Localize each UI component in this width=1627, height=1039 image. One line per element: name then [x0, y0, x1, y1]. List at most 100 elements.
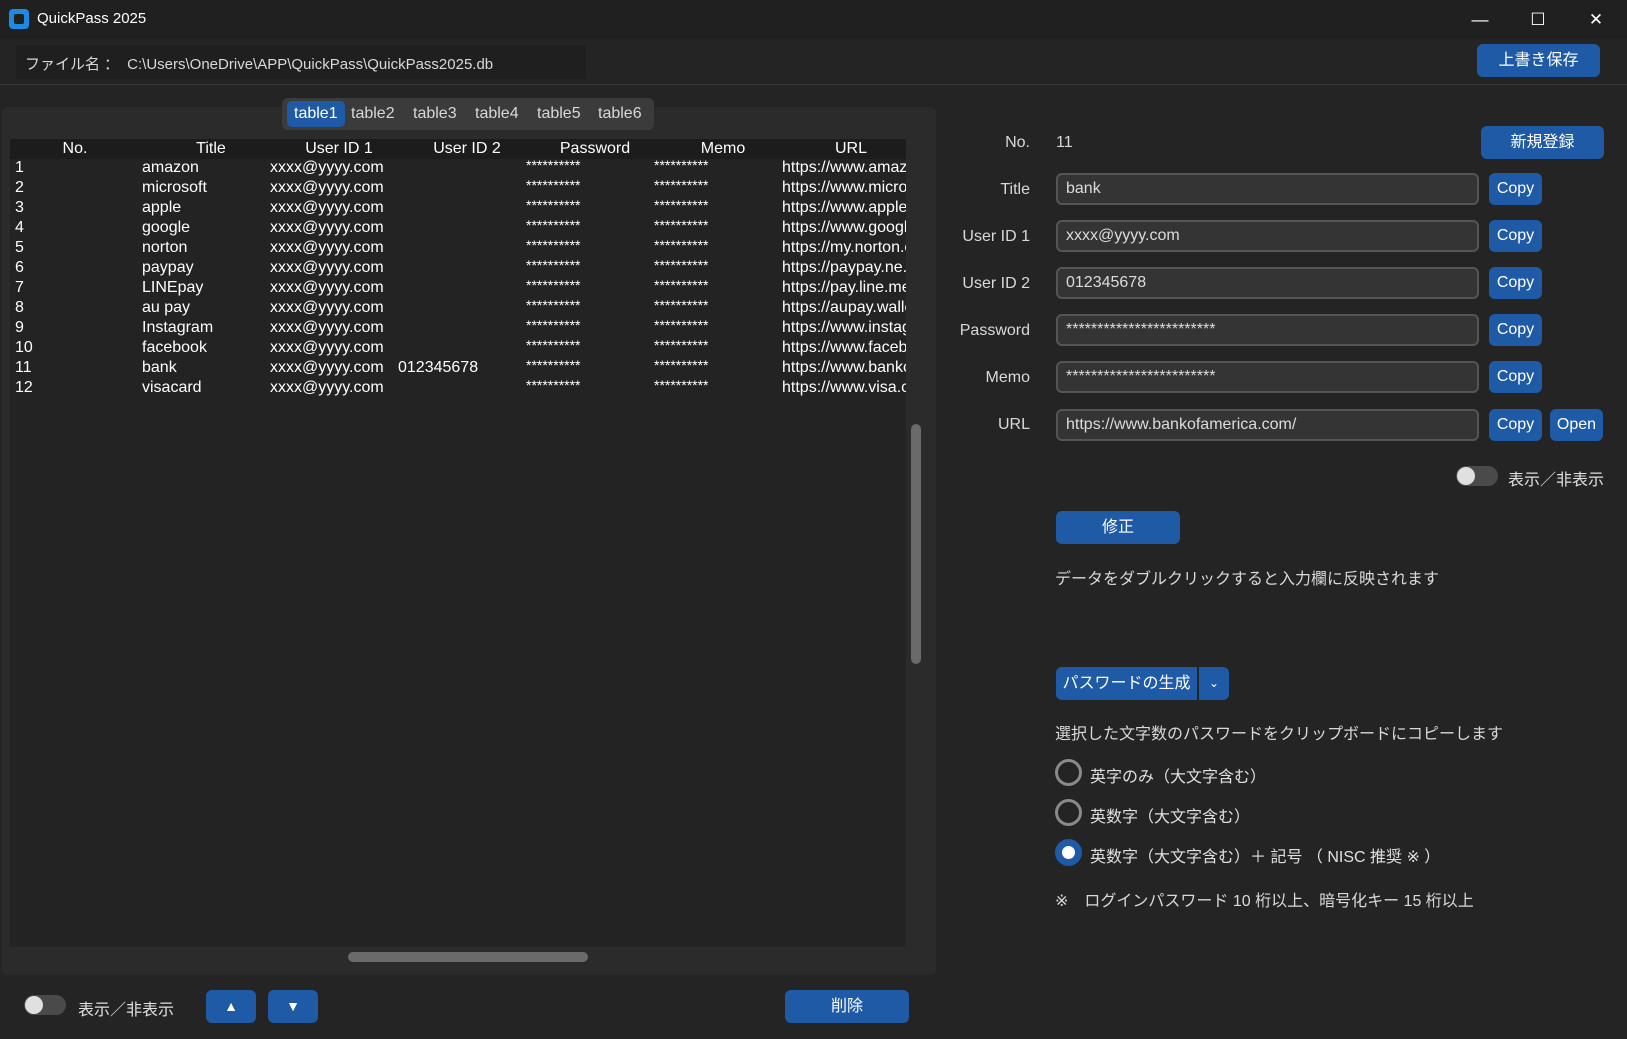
cell-memo: **********	[654, 377, 709, 393]
cell-userid1: xxxx@yyyy.com	[270, 159, 384, 176]
header-divider	[0, 84, 1627, 85]
cell-no: 8	[15, 299, 24, 316]
cell-title: paypay	[142, 259, 194, 276]
cell-password: **********	[526, 257, 581, 273]
table-row[interactable]: 3 apple xxxx@yyyy.com ********** ********** h…	[10, 197, 906, 219]
chevron-down-icon[interactable]: ⌄	[1199, 667, 1229, 700]
overwrite-save-button[interactable]: 上書き保存	[1477, 44, 1600, 77]
cell-userid1: xxxx@yyyy.com	[270, 379, 384, 396]
close-button[interactable]: ✕	[1567, 0, 1625, 39]
cell-url: https://pay.line.me	[782, 279, 906, 296]
cell-title: norton	[142, 239, 188, 256]
window-title: QuickPass 2025	[37, 10, 147, 27]
table-row[interactable]: 5 norton xxxx@yyyy.com ********** **********…	[10, 237, 906, 259]
cell-no: 7	[15, 279, 24, 296]
copy-password-button[interactable]: Copy	[1489, 314, 1542, 346]
table-row[interactable]: 7 LINEpay xxxx@yyyy.com ********** *********…	[10, 277, 906, 299]
copy-memo-button[interactable]: Copy	[1489, 361, 1542, 393]
tab-table4[interactable]: table4	[468, 101, 526, 127]
cell-url: https://aupay.walle	[782, 299, 906, 316]
memo-input[interactable]: ************************	[1056, 361, 1479, 393]
maximize-button[interactable]: ☐	[1509, 0, 1567, 39]
cell-userid1: xxxx@yyyy.com	[270, 359, 384, 376]
radio-alphanumeric-symbols[interactable]	[1055, 839, 1082, 866]
radio-letters-only[interactable]	[1055, 759, 1082, 786]
cell-title: visacard	[142, 379, 202, 396]
copy-userid2-button[interactable]: Copy	[1489, 267, 1542, 299]
no-label: No.	[1005, 134, 1030, 151]
radio-alphanumeric-symbols-label[interactable]: 英数字（大文字含む）＋ 記号 （ NISC 推奨 ※ ）	[1090, 843, 1440, 867]
move-down-button[interactable]: ▼	[268, 990, 318, 1023]
cell-title: microsoft	[142, 179, 207, 196]
table-header: No. Title User ID 1 User ID 2 Password M…	[10, 139, 906, 159]
table-row[interactable]: 8 au pay xxxx@yyyy.com ********** **********…	[10, 297, 906, 319]
copy-userid1-button[interactable]: Copy	[1489, 220, 1542, 252]
password-label: Password	[959, 322, 1030, 339]
cell-title: google	[142, 219, 191, 236]
column-header-title[interactable]: Title	[146, 140, 276, 158]
cell-password: **********	[526, 297, 581, 313]
column-header-no[interactable]: No.	[50, 140, 100, 158]
cell-userid1: xxxx@yyyy.com	[270, 219, 384, 236]
column-header-url[interactable]: URL	[786, 140, 906, 158]
column-header-memo[interactable]: Memo	[658, 140, 788, 158]
cell-no: 2	[15, 179, 24, 196]
minimize-button[interactable]: —	[1451, 0, 1509, 39]
radio-letters-only-label[interactable]: 英字のみ（大文字含む）	[1090, 763, 1266, 787]
url-input[interactable]: https://www.bankofamerica.com/	[1056, 409, 1479, 441]
copy-url-button[interactable]: Copy	[1489, 409, 1542, 441]
table-row[interactable]: 12 visacard xxxx@yyyy.com ********** *******…	[10, 377, 906, 399]
cell-password: **********	[526, 377, 581, 393]
table-row[interactable]: 4 google xxxx@yyyy.com ********** **********…	[10, 217, 906, 239]
right-visibility-toggle[interactable]	[1456, 466, 1498, 486]
data-table[interactable]: No. Title User ID 1 User ID 2 Password M…	[10, 139, 906, 947]
table-row[interactable]: 9 Instagram xxxx@yyyy.com ********** *******…	[10, 317, 906, 339]
cell-url: https://paypay.ne.	[782, 259, 906, 276]
vertical-scrollbar[interactable]	[911, 424, 921, 664]
cell-password: **********	[526, 277, 581, 293]
generate-password-button[interactable]: パスワードの生成	[1056, 667, 1197, 700]
userid2-input[interactable]: 012345678	[1056, 267, 1479, 299]
url-label: URL	[997, 416, 1030, 433]
cell-password: **********	[526, 197, 581, 213]
table-row[interactable]: 1 amazon xxxx@yyyy.com ********** **********…	[10, 157, 906, 179]
table-row[interactable]: 6 paypay xxxx@yyyy.com ********** **********…	[10, 257, 906, 279]
cell-userid2: 012345678	[398, 359, 479, 376]
cell-password: **********	[526, 177, 581, 193]
new-register-button[interactable]: 新規登録	[1481, 126, 1604, 159]
move-up-button[interactable]: ▲	[206, 990, 256, 1023]
edit-button[interactable]: 修正	[1056, 511, 1180, 544]
file-path-text: C:\Users\OneDrive\APP\QuickPass\QuickPas…	[127, 56, 494, 73]
copy-title-button[interactable]: Copy	[1489, 173, 1542, 205]
tab-table5[interactable]: table5	[530, 101, 588, 127]
tab-table1[interactable]: table1	[287, 101, 345, 127]
table-row[interactable]: 11 bank xxxx@yyyy.com 012345678 ********** **…	[10, 357, 906, 379]
cell-password: **********	[526, 157, 581, 173]
radio-alphanumeric-label[interactable]: 英数字（大文字含む）	[1090, 803, 1250, 827]
tab-table6[interactable]: table6	[591, 101, 649, 127]
column-header-userid1[interactable]: User ID 1	[274, 140, 404, 158]
cell-userid1: xxxx@yyyy.com	[270, 179, 384, 196]
cell-no: 12	[15, 379, 33, 396]
table-row[interactable]: 10 facebook xxxx@yyyy.com ********** *******…	[10, 337, 906, 359]
radio-alphanumeric[interactable]	[1055, 799, 1082, 826]
delete-button[interactable]: 削除	[785, 990, 909, 1023]
memo-label: Memo	[985, 369, 1030, 386]
userid2-label: User ID 2	[962, 275, 1030, 292]
column-header-userid2[interactable]: User ID 2	[402, 140, 532, 158]
open-url-button[interactable]: Open	[1550, 409, 1603, 441]
cell-title: apple	[142, 199, 182, 216]
tab-table3[interactable]: table3	[406, 101, 464, 127]
cell-no: 11	[15, 359, 32, 376]
left-visibility-toggle[interactable]	[24, 995, 66, 1015]
title-label: Title	[1000, 181, 1030, 198]
cell-title: LINEpay	[142, 279, 204, 296]
cell-userid1: xxxx@yyyy.com	[270, 299, 384, 316]
title-input[interactable]: bank	[1056, 173, 1479, 205]
table-row[interactable]: 2 microsoft xxxx@yyyy.com ********** *******…	[10, 177, 906, 199]
userid1-input[interactable]: xxxx@yyyy.com	[1056, 220, 1479, 252]
tab-table2[interactable]: table2	[344, 101, 402, 127]
horizontal-scrollbar[interactable]	[348, 952, 588, 962]
column-header-password[interactable]: Password	[530, 140, 660, 158]
password-input[interactable]: ************************	[1056, 314, 1479, 346]
